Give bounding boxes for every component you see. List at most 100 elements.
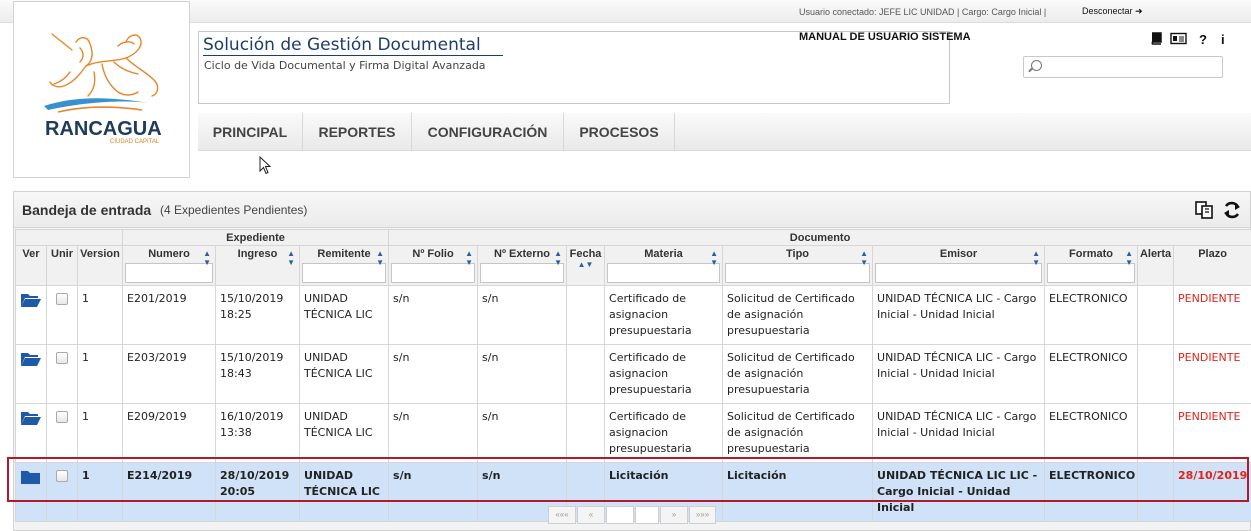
filter-materia[interactable] [607,263,721,283]
cell-emisor: UNIDAD TÉCNICA LIC - Cargo Inicial - Uni… [872,344,1046,404]
sort-icon[interactable]: ▲▼ [376,249,384,267]
col-fecha[interactable]: Fecha ▲▼ [566,245,606,286]
last-page-button[interactable]: »»» [689,506,716,524]
mouse-cursor-icon [259,156,272,175]
cell-version: 1 [76,344,124,404]
filter-tipo[interactable] [725,263,871,283]
inbox-table: Expediente Documento Ver Unir Version Nu… [14,229,1251,522]
cell-tipo: Solicitud de Certificado de asignación p… [722,344,874,404]
cell-emisor: UNIDAD TÉCNICA LIC - Cargo Inicial - Uni… [872,285,1046,345]
cell-fecha [566,285,606,345]
open-folder-icon[interactable] [20,410,42,431]
table-row[interactable]: 1 E203/2019 15/10/2019 18:43 UNIDAD TÉCNI… [15,344,1251,404]
col-folio[interactable]: Nº Folio ▲ ▼ [388,245,479,286]
logo[interactable]: RANCAGUA CIUDAD CAPITAL [13,1,190,178]
col-numero[interactable]: Numero ▲ ▼ [122,245,217,286]
cell-tipo: Solicitud de Certificado de asignación p… [722,403,874,463]
join-checkbox[interactable] [56,352,68,364]
cell-remitente: UNIDAD TÉCNICA LIC [299,285,390,345]
filter-numero[interactable] [125,263,214,283]
first-page-button[interactable]: ««« [548,506,576,524]
sort-icon[interactable]: ▲▼ [567,260,604,269]
cell-folio: s/n [388,403,479,463]
sort-icon[interactable]: ▲▼ [860,249,868,267]
sort-icon[interactable]: ▲▼ [710,249,718,267]
cell-plazo: PENDIENTE [1173,403,1251,463]
sort-icon[interactable]: ▲▼ [287,249,295,267]
user-manual-link[interactable]: MANUAL DE USUARIO SISTEMA [799,31,971,43]
cell-folio: s/n [388,344,479,404]
sort-icon[interactable]: ▲▼ [1125,249,1133,267]
cell-alerta [1137,344,1175,404]
open-folder-icon[interactable] [20,351,42,372]
cell-folio: s/n [388,285,479,345]
cell-externo: s/n [477,344,568,404]
join-checkbox[interactable] [56,411,68,423]
cell-materia: Certificado de asignacion presupuestaria [604,344,724,404]
cell-alerta [1137,403,1175,463]
menu-configuracion[interactable]: CONFIGURACIÓN [412,113,564,151]
col-materia[interactable]: Materia ▲ ▼ [604,245,724,286]
col-ingreso[interactable]: Ingreso ▲ ▼ [215,245,301,286]
search-box [1023,56,1223,78]
open-folder-icon[interactable] [20,292,42,313]
table-row[interactable]: 1 E209/2019 16/10/2019 13:38 UNIDAD TÉCNI… [15,403,1251,463]
filter-remitente[interactable] [302,263,387,283]
cell-numero: E201/2019 [122,285,217,345]
help-icon[interactable]: ? [1199,32,1207,47]
cell-formato: ELECTRONICO [1044,403,1139,463]
col-emisor[interactable]: Emisor ▲ ▼ [872,245,1046,286]
join-checkbox[interactable] [56,293,68,305]
connected-user-text: Usuario conectado: JEFE LIC UNIDAD | Car… [799,7,1047,17]
cell-materia: Certificado de asignacion presupuestaria [604,403,724,463]
closed-folder-icon[interactable] [20,469,42,490]
search-input[interactable] [1046,59,1216,75]
cell-numero: E209/2019 [122,403,217,463]
filter-folio[interactable] [391,263,476,283]
sort-icon[interactable]: ▲▼ [554,249,562,267]
col-externo[interactable]: Nº Externo ▲ ▼ [477,245,568,286]
cell-plazo: PENDIENTE [1173,344,1251,404]
id-card-icon[interactable] [1170,32,1187,48]
filter-emisor[interactable] [875,263,1043,283]
cell-numero: E214/2019 [122,462,217,522]
sort-icon[interactable]: ▲▼ [1032,249,1040,267]
cell-tipo: Licitación [722,462,874,522]
cell-plazo: 28/10/2019 [1173,462,1251,522]
cell-ingreso: 15/10/2019 18:43 [215,344,301,404]
col-ver: Ver [15,245,47,286]
cell-externo: s/n [477,285,568,345]
filter-externo[interactable] [480,263,565,283]
info-icon[interactable]: i [1221,32,1225,47]
col-tipo[interactable]: Tipo ▲ ▼ [722,245,874,286]
cell-tipo: Solicitud de Certificado de asignación p… [722,285,874,345]
menu-procesos[interactable]: PROCESOS [564,113,675,151]
logout-link[interactable]: Desconectar ➜ [1082,6,1143,17]
refresh-icon[interactable] [1222,200,1242,220]
col-alerta: Alerta [1137,245,1175,286]
inbox-panel: Bandeja de entrada (4 Expedientes Pendie… [13,191,1251,531]
filter-formato[interactable] [1047,263,1136,283]
inbox-count: (4 Expedientes Pendientes) [160,203,308,217]
join-checkbox[interactable] [56,470,68,482]
sort-icon[interactable]: ▲▼ [465,249,473,267]
prev-page-button[interactable]: « [577,506,605,524]
cell-externo: s/n [477,403,568,463]
page-total [635,506,659,524]
cell-formato: ELECTRONICO [1044,285,1139,345]
cell-alerta [1137,285,1175,345]
sort-icon[interactable]: ▲▼ [203,249,211,267]
page-input[interactable] [606,506,634,524]
logo-name: RANCAGUA [45,118,162,140]
table-row[interactable]: 1 E201/2019 15/10/2019 18:25 UNIDAD TÉCNI… [15,285,1251,345]
group-expediente: Expediente [122,229,390,246]
header-tools: ? i [1146,32,1236,48]
cell-ingreso: 28/10/2019 20:05 [215,462,301,522]
menu-principal[interactable]: PRINCIPAL [198,113,303,151]
col-formato[interactable]: Formato ▲ ▼ [1044,245,1139,286]
col-remitente[interactable]: Remitente ▲ ▼ [299,245,390,286]
next-page-button[interactable]: » [660,506,688,524]
menu-reportes[interactable]: REPORTES [303,113,412,151]
copy-icon[interactable] [1194,201,1214,219]
book-icon[interactable] [1149,32,1162,48]
